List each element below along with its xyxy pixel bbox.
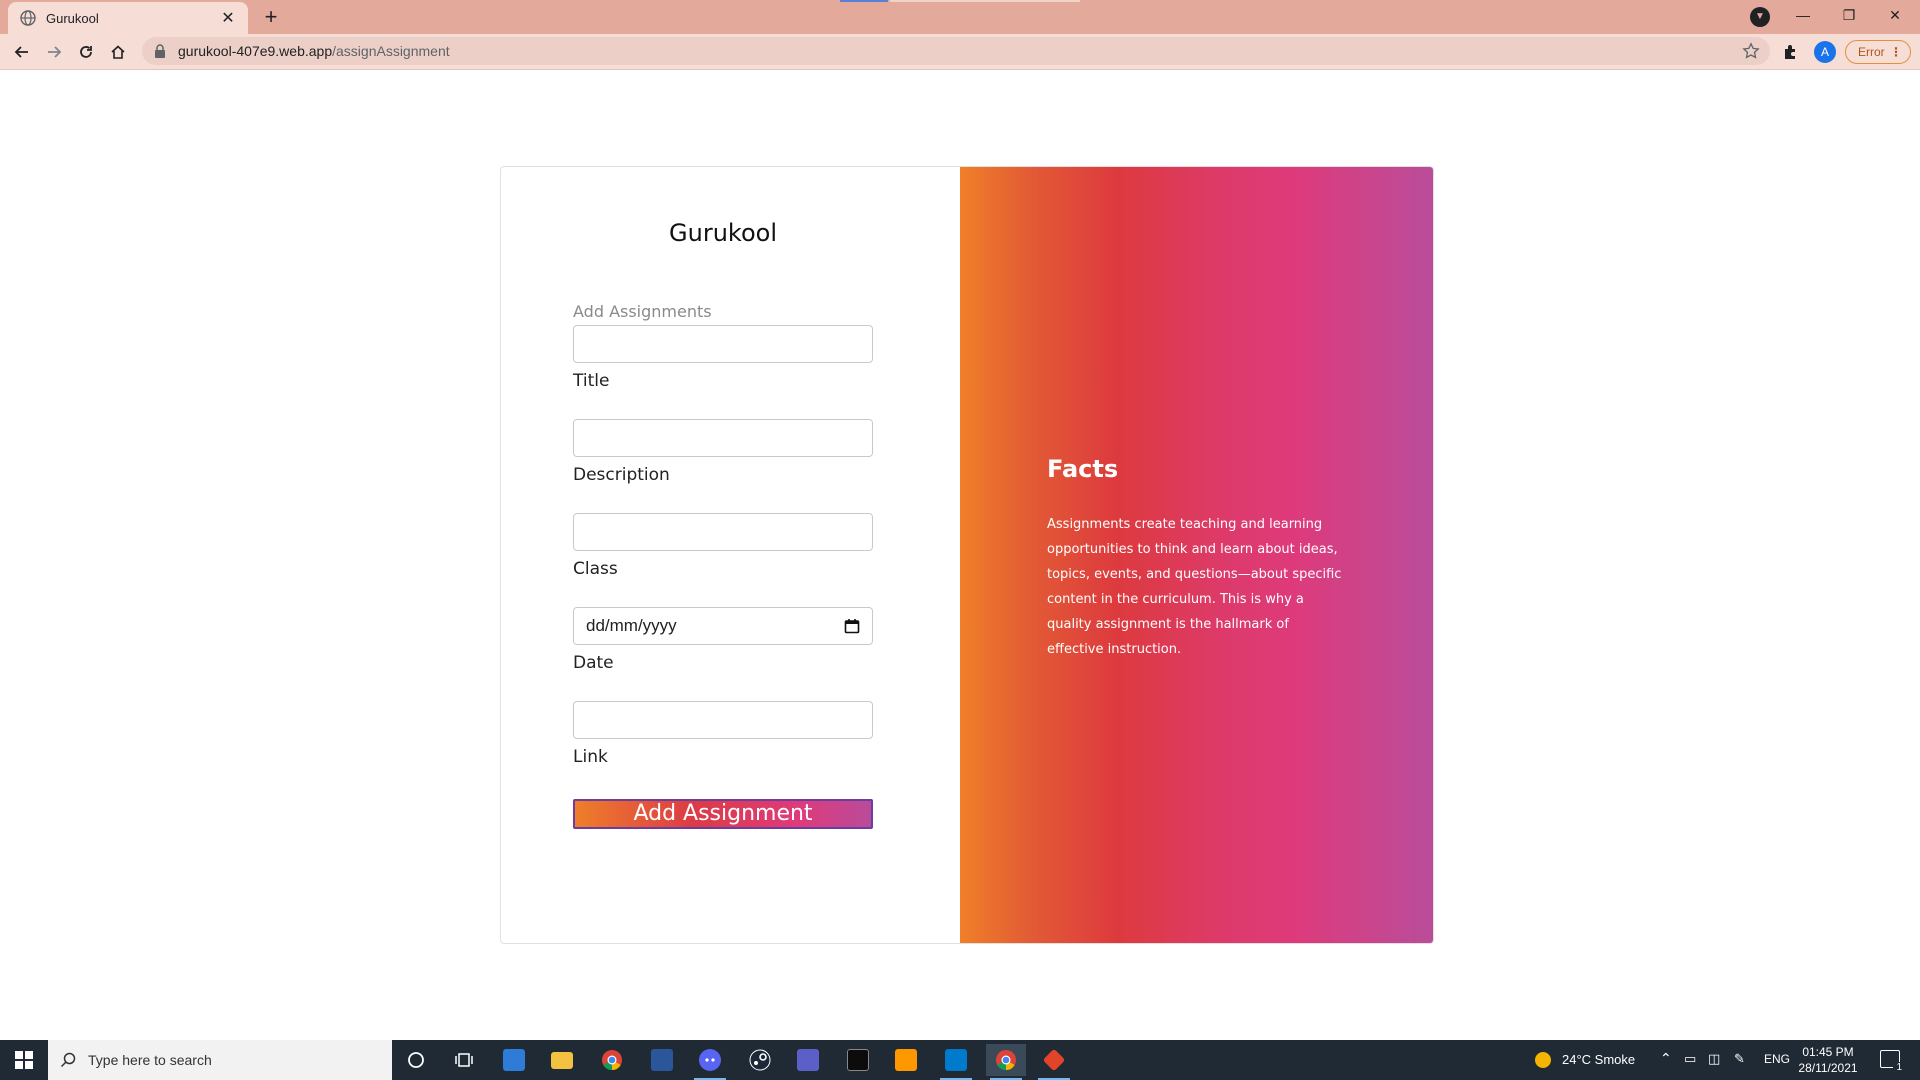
new-tab-button[interactable]: + (258, 4, 284, 30)
bookmark-star-icon[interactable] (1742, 42, 1760, 60)
clock-date: 28/11/2021 (1798, 1061, 1858, 1075)
back-button[interactable] (8, 38, 36, 66)
title-field: Title (573, 325, 873, 391)
title-label: Title (573, 371, 610, 391)
link-field: Link (573, 701, 873, 767)
brand-title: Gurukool (669, 219, 777, 247)
browser-tab-strip: Gurukool ✕ + ▼ — ❐ ✕ (0, 0, 1920, 34)
reload-icon (80, 46, 92, 58)
tab-strip-indicator-secondary (890, 0, 1080, 2)
globe-icon (20, 10, 36, 26)
weather-text[interactable]: 24°C Smoke (1562, 1052, 1635, 1067)
close-window-button[interactable]: ✕ (1872, 0, 1918, 30)
link-input[interactable] (573, 701, 873, 739)
date-placeholder: dd/mm/yyyy (586, 616, 677, 635)
minimize-button[interactable]: — (1780, 0, 1826, 30)
file-explorer-icon[interactable] (542, 1044, 582, 1076)
class-field: Class (573, 513, 873, 579)
chrome-icon[interactable] (592, 1044, 632, 1076)
home-icon (111, 45, 125, 59)
discord-icon[interactable] (690, 1044, 730, 1080)
assignment-form: Gurukool Add Assignments Title Descripti… (501, 167, 960, 943)
restore-button[interactable]: ❐ (1826, 0, 1872, 30)
taskbar-search-placeholder: Type here to search (88, 1052, 212, 1068)
tab-close-icon[interactable]: ✕ (218, 8, 238, 28)
forward-arrow-icon (48, 46, 62, 58)
browser-tab[interactable]: Gurukool ✕ (8, 2, 248, 34)
notification-count: 1 (1893, 1062, 1905, 1073)
search-icon (60, 1052, 76, 1068)
tab-search-icon[interactable]: ▼ (1750, 7, 1770, 27)
address-bar[interactable]: gurukool-407e9.web.app/assignAssignment (142, 37, 1770, 65)
terminal-icon[interactable] (838, 1044, 878, 1076)
lock-icon[interactable] (154, 44, 166, 58)
store-icon[interactable] (494, 1044, 534, 1076)
cortana-icon[interactable] (396, 1044, 436, 1076)
task-view-icon[interactable] (444, 1044, 484, 1076)
class-input[interactable] (573, 513, 873, 551)
sublime-icon[interactable] (886, 1044, 926, 1076)
steam-icon[interactable] (740, 1044, 780, 1076)
assignment-card: Gurukool Add Assignments Title Descripti… (500, 166, 1434, 944)
more-menu-icon[interactable]: ⋮ (1890, 41, 1902, 63)
error-chip-label: Error (1858, 45, 1885, 59)
pen-icon[interactable]: ✎ (1734, 1051, 1745, 1067)
facts-body: Assignments create teaching and learning… (1047, 517, 1342, 657)
page-content: Gurukool Add Assignments Title Descripti… (0, 71, 1920, 1040)
battery-icon[interactable]: ▭ (1684, 1051, 1696, 1067)
vscode-icon[interactable] (936, 1044, 976, 1080)
description-input[interactable] (573, 419, 873, 457)
date-label: Date (573, 653, 614, 673)
network-icon[interactable]: ◫ (1708, 1051, 1720, 1067)
notification-center-icon[interactable]: 1 (1880, 1050, 1905, 1073)
reload-button[interactable] (72, 38, 100, 66)
windows-logo-icon (15, 1051, 33, 1069)
add-assignment-button[interactable]: Add Assignment (573, 799, 873, 829)
teams-icon[interactable] (788, 1044, 828, 1076)
url-host: gurukool-407e9.web.app (178, 43, 333, 59)
facts-title: Facts (1047, 455, 1119, 483)
git-icon[interactable] (1034, 1044, 1074, 1080)
section-label: Add Assignments (573, 302, 712, 321)
title-input[interactable] (573, 325, 873, 363)
date-field: dd/mm/yyyy Date (573, 607, 873, 673)
calendar-icon[interactable] (844, 618, 860, 634)
link-label: Link (573, 747, 608, 767)
clock-time: 01:45 PM (1802, 1045, 1854, 1059)
class-label: Class (573, 559, 618, 579)
date-input[interactable]: dd/mm/yyyy (573, 607, 873, 645)
tab-title: Gurukool (46, 10, 99, 26)
windows-taskbar: Type here to search 24°C Smoke ⌃ ▭ ◫ ✎ E… (0, 1040, 1920, 1080)
chevron-up-icon[interactable]: ⌃ (1660, 1050, 1672, 1067)
facts-panel: Facts Assignments create teaching and le… (960, 167, 1433, 943)
taskbar-search-box[interactable]: Type here to search (48, 1040, 392, 1080)
description-label: Description (573, 465, 670, 485)
profile-avatar[interactable]: A (1814, 41, 1836, 63)
chrome-profile-icon[interactable] (986, 1044, 1026, 1080)
tab-strip-indicator (840, 0, 888, 2)
weather-icon[interactable] (1534, 1051, 1552, 1069)
taskbar-clock[interactable]: 01:45 PM 28/11/2021 (1786, 1044, 1870, 1076)
back-arrow-icon (14, 46, 28, 58)
start-button[interactable] (0, 1040, 48, 1080)
description-field: Description (573, 419, 873, 485)
forward-button[interactable] (40, 38, 68, 66)
home-button[interactable] (104, 38, 132, 66)
url-path: /assignAssignment (332, 43, 450, 59)
extensions-puzzle-icon[interactable] (1782, 43, 1800, 61)
browser-toolbar: gurukool-407e9.web.app/assignAssignment … (0, 34, 1920, 70)
error-chip-button[interactable]: Error ⋮ (1845, 40, 1911, 64)
word-icon[interactable] (642, 1044, 682, 1076)
